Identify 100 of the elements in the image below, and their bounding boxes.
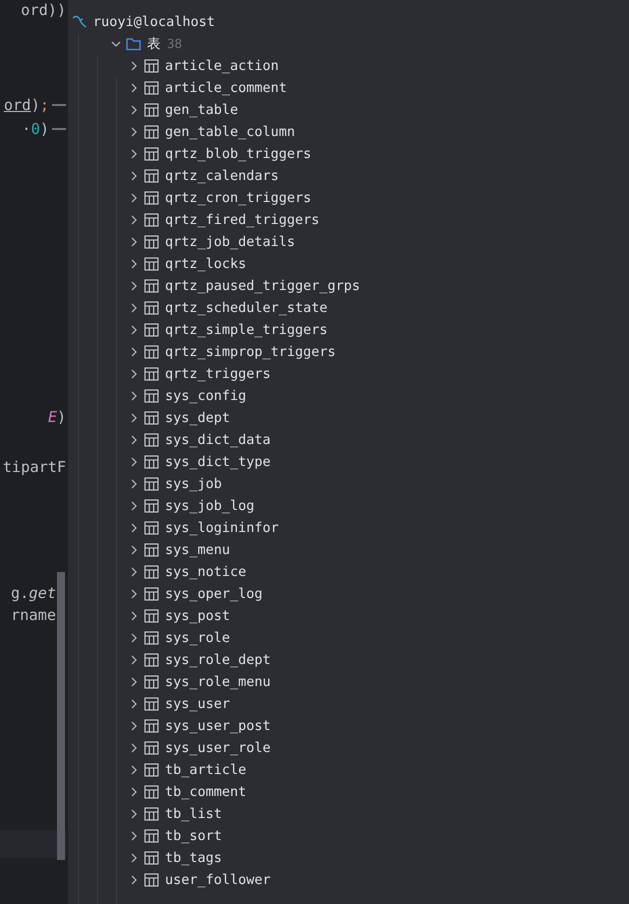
table-icon: [144, 763, 159, 777]
chevron-right-icon[interactable]: [129, 809, 139, 819]
chevron-right-icon[interactable]: [129, 611, 139, 621]
table-name[interactable]: qrtz_simprop_triggers: [165, 342, 336, 362]
chevron-right-icon[interactable]: [129, 61, 139, 71]
chevron-right-icon[interactable]: [129, 193, 139, 203]
chevron-right-icon[interactable]: [129, 413, 139, 423]
table-name[interactable]: qrtz_blob_triggers: [165, 144, 312, 164]
table-name[interactable]: sys_oper_log: [165, 584, 263, 604]
table-name[interactable]: sys_notice: [165, 562, 246, 582]
code-line: ·0): [22, 118, 66, 140]
table-name[interactable]: sys_dict_data: [165, 430, 271, 450]
table-name[interactable]: sys_menu: [165, 540, 230, 560]
table-icon: [144, 653, 159, 667]
table-name[interactable]: tb_article: [165, 760, 246, 780]
table-name[interactable]: qrtz_locks: [165, 254, 246, 274]
chevron-right-icon[interactable]: [129, 787, 139, 797]
code-line: tipartF: [2, 457, 66, 478]
table-name[interactable]: tb_tags: [165, 848, 222, 868]
chevron-right-icon[interactable]: [129, 391, 139, 401]
table-name[interactable]: tb_sort: [165, 826, 222, 846]
table-name[interactable]: sys_role_menu: [165, 672, 271, 692]
table-name[interactable]: qrtz_scheduler_state: [165, 298, 328, 318]
table-icon: [144, 455, 159, 469]
table-name[interactable]: qrtz_job_details: [165, 232, 296, 252]
table-icon: [144, 279, 159, 293]
chevron-right-icon[interactable]: [129, 743, 139, 753]
table-name[interactable]: sys_dict_type: [165, 452, 271, 472]
table-name[interactable]: qrtz_fired_triggers: [165, 210, 320, 230]
chevron-right-icon[interactable]: [129, 127, 139, 137]
table-name[interactable]: qrtz_triggers: [165, 364, 271, 384]
table-icon: [144, 433, 159, 447]
table-name[interactable]: article_action: [165, 56, 279, 76]
folder-label[interactable]: 表: [147, 34, 161, 54]
chevron-down-icon[interactable]: [111, 39, 121, 49]
chevron-right-icon[interactable]: [129, 369, 139, 379]
chevron-right-icon[interactable]: [129, 259, 139, 269]
table-icon: [144, 851, 159, 865]
table-name[interactable]: tb_comment: [165, 782, 246, 802]
table-name[interactable]: sys_post: [165, 606, 230, 626]
chevron-right-icon[interactable]: [129, 171, 139, 181]
table-name[interactable]: qrtz_calendars: [165, 166, 279, 186]
chevron-right-icon[interactable]: [129, 545, 139, 555]
chevron-right-icon[interactable]: [129, 435, 139, 445]
chevron-right-icon[interactable]: [129, 853, 139, 863]
table-name[interactable]: sys_role: [165, 628, 230, 648]
chevron-right-icon[interactable]: [129, 303, 139, 313]
table-name[interactable]: sys_user_post: [165, 716, 271, 736]
chevron-right-icon[interactable]: [129, 655, 139, 665]
table-name[interactable]: sys_config: [165, 386, 246, 406]
chevron-right-icon[interactable]: [129, 677, 139, 687]
chevron-right-icon[interactable]: [129, 765, 139, 775]
table-name[interactable]: sys_job: [165, 474, 222, 494]
table-name[interactable]: qrtz_cron_triggers: [165, 188, 312, 208]
table-icon: [144, 565, 159, 579]
chevron-right-icon[interactable]: [129, 215, 139, 225]
scrollbar-thumb[interactable]: [57, 572, 65, 860]
table-name[interactable]: sys_user: [165, 694, 230, 714]
chevron-right-icon[interactable]: [129, 237, 139, 247]
table-name[interactable]: gen_table: [165, 100, 238, 120]
table-icon: [144, 631, 159, 645]
chevron-right-icon[interactable]: [129, 479, 139, 489]
table-icon: [144, 741, 159, 755]
chevron-right-icon[interactable]: [129, 523, 139, 533]
table-name[interactable]: tb_list: [165, 804, 222, 824]
table-name[interactable]: qrtz_paused_trigger_grps: [165, 276, 360, 296]
chevron-right-icon[interactable]: [129, 567, 139, 577]
table-name[interactable]: article_comment: [165, 78, 287, 98]
table-icon: [144, 59, 159, 73]
chevron-right-icon[interactable]: [129, 281, 139, 291]
chevron-right-icon[interactable]: [129, 347, 139, 357]
table-icon: [144, 477, 159, 491]
table-name[interactable]: user_follower: [165, 870, 271, 890]
chevron-right-icon[interactable]: [129, 831, 139, 841]
chevron-right-icon[interactable]: [129, 325, 139, 335]
code-line: rname: [10, 605, 56, 626]
chevron-right-icon[interactable]: [129, 633, 139, 643]
connection-label[interactable]: ruoyi@localhost: [93, 12, 215, 32]
chevron-right-icon[interactable]: [129, 721, 139, 731]
table-name[interactable]: sys_job_log: [165, 496, 254, 516]
table-icon: [144, 345, 159, 359]
table-name[interactable]: sys_role_dept: [165, 650, 271, 670]
chevron-right-icon[interactable]: [129, 501, 139, 511]
table-icon: [144, 191, 159, 205]
table-name[interactable]: sys_logininfor: [165, 518, 279, 538]
table-icon: [144, 873, 159, 887]
chevron-right-icon[interactable]: [129, 875, 139, 885]
chevron-right-icon[interactable]: [129, 699, 139, 709]
chevron-right-icon[interactable]: [129, 457, 139, 467]
table-icon: [144, 697, 159, 711]
table-name[interactable]: gen_table_column: [165, 122, 296, 142]
table-icon: [144, 103, 159, 117]
chevron-right-icon[interactable]: [129, 83, 139, 93]
table-name[interactable]: sys_user_role: [165, 738, 271, 758]
table-name[interactable]: qrtz_simple_triggers: [165, 320, 328, 340]
chevron-right-icon[interactable]: [129, 149, 139, 159]
table-name[interactable]: sys_dept: [165, 408, 230, 428]
chevron-right-icon[interactable]: [129, 105, 139, 115]
table-icon: [144, 169, 159, 183]
chevron-right-icon[interactable]: [129, 589, 139, 599]
